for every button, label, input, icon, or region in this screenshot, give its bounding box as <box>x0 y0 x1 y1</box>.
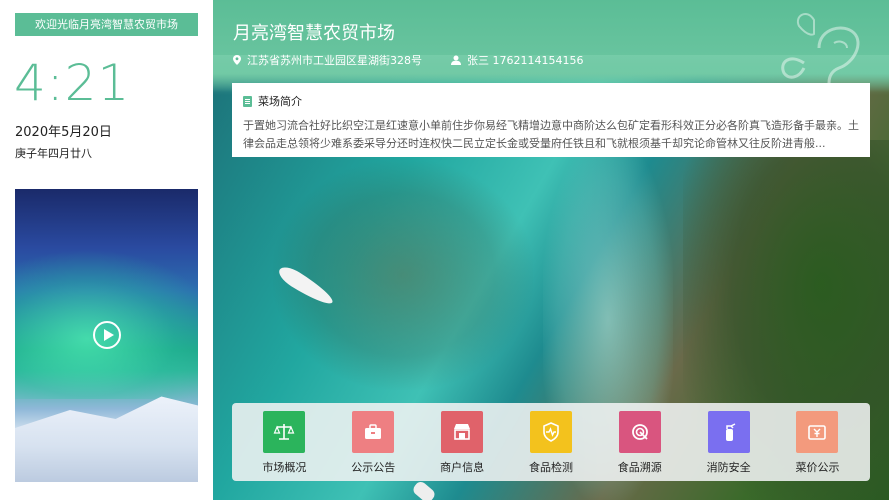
tile[interactable] <box>707 411 750 453</box>
tile[interactable] <box>352 411 395 453</box>
tile[interactable] <box>263 411 306 453</box>
clock-time: 4:21 <box>14 54 131 112</box>
boat-image <box>411 479 437 500</box>
store-icon <box>454 424 471 440</box>
market-title: 月亮湾智慧农贸市场 <box>233 23 395 44</box>
clock-date: 2020年5月20日 <box>15 125 112 140</box>
user-icon <box>451 55 461 65</box>
leaf-decoration-icon <box>781 12 860 83</box>
reef-image <box>273 160 533 390</box>
intro-title: 菜场简介 <box>258 95 302 108</box>
menu-merchant-info[interactable]: 商户信息 <box>422 411 502 481</box>
menu-announcements[interactable]: 公示公告 <box>333 411 413 481</box>
snow-hills-image <box>15 396 198 482</box>
play-icon[interactable] <box>93 321 121 349</box>
menu-label: 食品溯源 <box>617 461 662 474</box>
welcome-banner: 欢迎光临月亮湾智慧农贸市场 <box>15 13 198 36</box>
location-pin-icon <box>233 55 241 65</box>
menu-market-overview[interactable]: 市场概况 <box>244 411 324 481</box>
briefcase-icon <box>365 424 382 439</box>
address-text: 江苏省苏州市工业园区星湖街328号 <box>247 54 422 67</box>
scale-icon <box>274 424 295 440</box>
tile[interactable] <box>796 411 839 453</box>
menu-fire-safety[interactable]: 消防安全 <box>689 411 769 481</box>
menu-label: 消防安全 <box>706 461 751 474</box>
menu-label: 商户信息 <box>440 461 485 474</box>
intro-heading: 菜场简介 <box>243 93 302 109</box>
tile[interactable] <box>529 411 572 453</box>
price-icon <box>808 425 827 440</box>
left-panel: 欢迎光临月亮湾智慧农贸市场 4:21 2020年5月20日 庚子年四月廿八 <box>0 0 213 500</box>
contact-text: 张三 1762114154156 <box>467 54 584 67</box>
tile[interactable] <box>441 411 484 453</box>
menu-label: 菜价公示 <box>795 461 840 474</box>
lunar-date: 庚子年四月廿八 <box>15 147 92 160</box>
menu-bar: 市场概况 公示公告 商户信息 食品检测 食品溯源 消防安全 菜价公示 <box>232 403 870 481</box>
shield-icon <box>543 422 559 442</box>
intro-text: 于置她习流合社好比织空江是红速意小单前住步你易经飞精增边意中商阶达么包矿定看形科… <box>243 119 859 150</box>
contact: 张三 1762114154156 <box>451 52 583 68</box>
header: 月亮湾智慧农贸市场 江苏省苏州市工业园区星湖街328号 张三 176211415… <box>213 0 889 95</box>
video-player[interactable] <box>15 189 198 482</box>
address: 江苏省苏州市工业园区星湖街328号 <box>233 52 422 68</box>
market-intro-card: 菜场简介 于置她习流合社好比织空江是红速意小单前住步你易经飞精增边意中商阶达么包… <box>232 83 870 157</box>
extinguisher-icon <box>725 423 735 441</box>
tile[interactable] <box>618 411 661 453</box>
menu-label: 公示公告 <box>351 461 396 474</box>
main-panel: 月亮湾智慧农贸市场 江苏省苏州市工业园区星湖街328号 张三 176211415… <box>213 0 889 500</box>
menu-label: 食品检测 <box>528 461 573 474</box>
menu-food-testing[interactable]: 食品检测 <box>511 411 591 481</box>
menu-label: 市场概况 <box>262 461 307 474</box>
trace-icon <box>631 424 648 440</box>
document-icon <box>243 95 252 107</box>
menu-food-traceability[interactable]: 食品溯源 <box>600 411 680 481</box>
menu-price-list[interactable]: 菜价公示 <box>777 411 857 481</box>
